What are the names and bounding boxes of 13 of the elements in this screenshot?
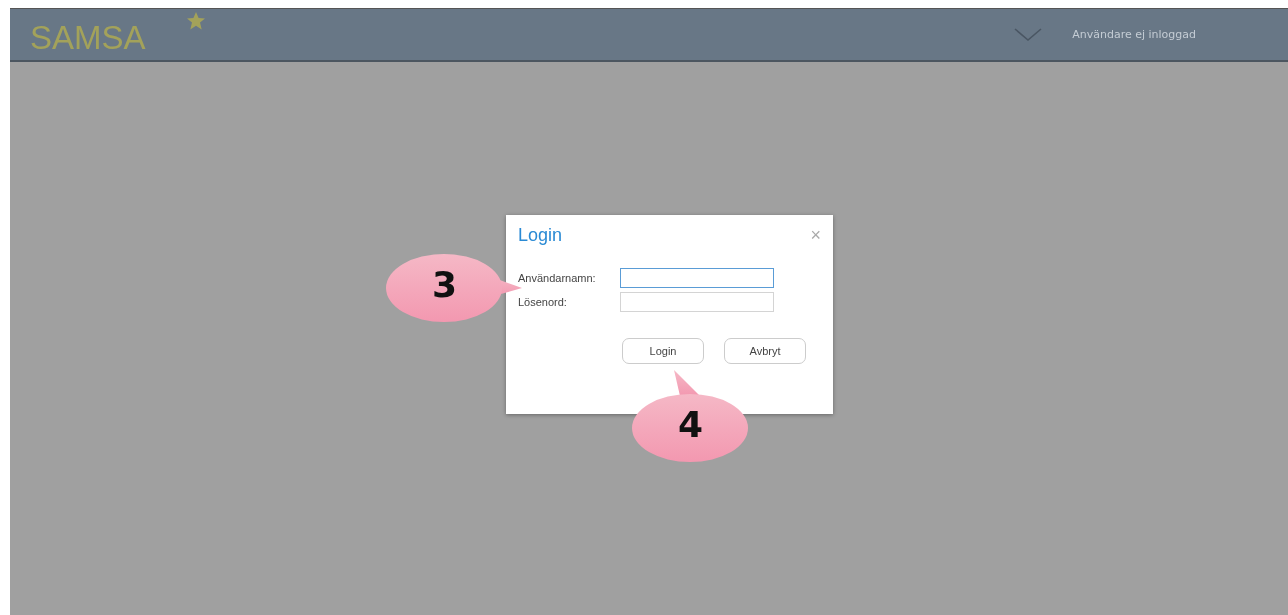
input-field[interactable] <box>620 268 774 288</box>
cancel-button[interactable]: Avbryt <box>724 338 806 364</box>
star-icon[interactable] <box>185 11 206 31</box>
field-label: Användarnamn: <box>518 272 597 284</box>
login-button[interactable]: Login <box>622 338 704 364</box>
field-label: Lösenord: <box>518 296 568 308</box>
callout-number: 3 <box>432 264 456 305</box>
dialog-title: Login <box>518 225 563 246</box>
app-logo: SAMSA <box>30 18 146 57</box>
callout-number: 4 <box>678 404 702 445</box>
user-status: Användare ej inloggad <box>1072 28 1196 41</box>
input-field[interactable] <box>620 292 774 312</box>
chevron-down-icon[interactable] <box>1014 27 1043 42</box>
